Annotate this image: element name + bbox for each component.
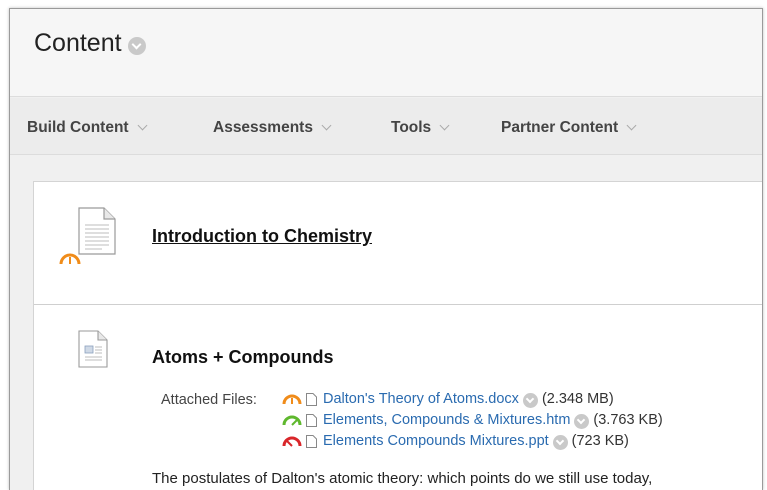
assessments-menu[interactable]: Assessments [213, 119, 332, 137]
tools-label: Tools [391, 119, 432, 136]
content-list: Introduction to Chemistry Atoms + Compou… [33, 181, 762, 490]
page-title[interactable]: Content [34, 29, 146, 58]
gauge-icon [282, 436, 302, 447]
attached-file-link[interactable]: Elements Compounds Mixtures.ppt [323, 433, 549, 449]
file-icon [306, 392, 317, 406]
chevron-down-icon [626, 120, 637, 130]
gauge-icon [282, 415, 302, 426]
chevron-down-icon[interactable] [574, 413, 590, 429]
file-size: (2.348 MB) [541, 391, 614, 407]
partner-content-label: Partner Content [501, 119, 619, 136]
attached-file-row: Dalton's Theory of Atoms.docx (2.348 MB) [282, 391, 614, 408]
item-title: Atoms + Compounds [152, 347, 334, 367]
attached-files-label: Attached Files: [161, 392, 257, 408]
content-page-frame: Content Build Content Assessments Tools … [9, 8, 763, 490]
content-menu-bar: Build Content Assessments Tools Partner … [10, 98, 762, 155]
chevron-down-icon[interactable] [127, 36, 146, 55]
file-item-icon [78, 330, 108, 368]
chevron-down-icon[interactable] [522, 392, 538, 408]
file-icon [306, 413, 317, 427]
chevron-down-icon [321, 120, 332, 130]
item-title-link[interactable]: Introduction to Chemistry [152, 226, 372, 247]
chevron-down-icon [137, 120, 148, 130]
attached-file-link[interactable]: Dalton's Theory of Atoms.docx [323, 391, 519, 407]
file-size: (3.763 KB) [593, 412, 663, 428]
tools-menu[interactable]: Tools [391, 119, 450, 137]
page-title-text: Content [34, 29, 122, 57]
attached-file-row: Elements, Compounds & Mixtures.htm (3.76… [282, 412, 663, 429]
file-size: (723 KB) [571, 433, 629, 449]
gauge-icon [282, 394, 302, 405]
chevron-down-icon[interactable] [552, 434, 568, 450]
item-description: The postulates of Dalton's atomic theory… [152, 470, 653, 487]
title-bar: Content [10, 9, 762, 97]
item-divider [34, 304, 762, 305]
attached-file-link[interactable]: Elements, Compounds & Mixtures.htm [323, 412, 570, 428]
chevron-down-icon [439, 120, 450, 130]
assessments-label: Assessments [213, 119, 313, 136]
build-content-menu[interactable]: Build Content [27, 119, 148, 137]
file-icon [306, 434, 317, 448]
partner-content-menu[interactable]: Partner Content [501, 119, 637, 137]
gauge-icon [59, 253, 81, 265]
build-content-label: Build Content [27, 119, 129, 136]
attached-file-row: Elements Compounds Mixtures.ppt (723 KB) [282, 433, 629, 450]
document-icon [78, 207, 116, 255]
